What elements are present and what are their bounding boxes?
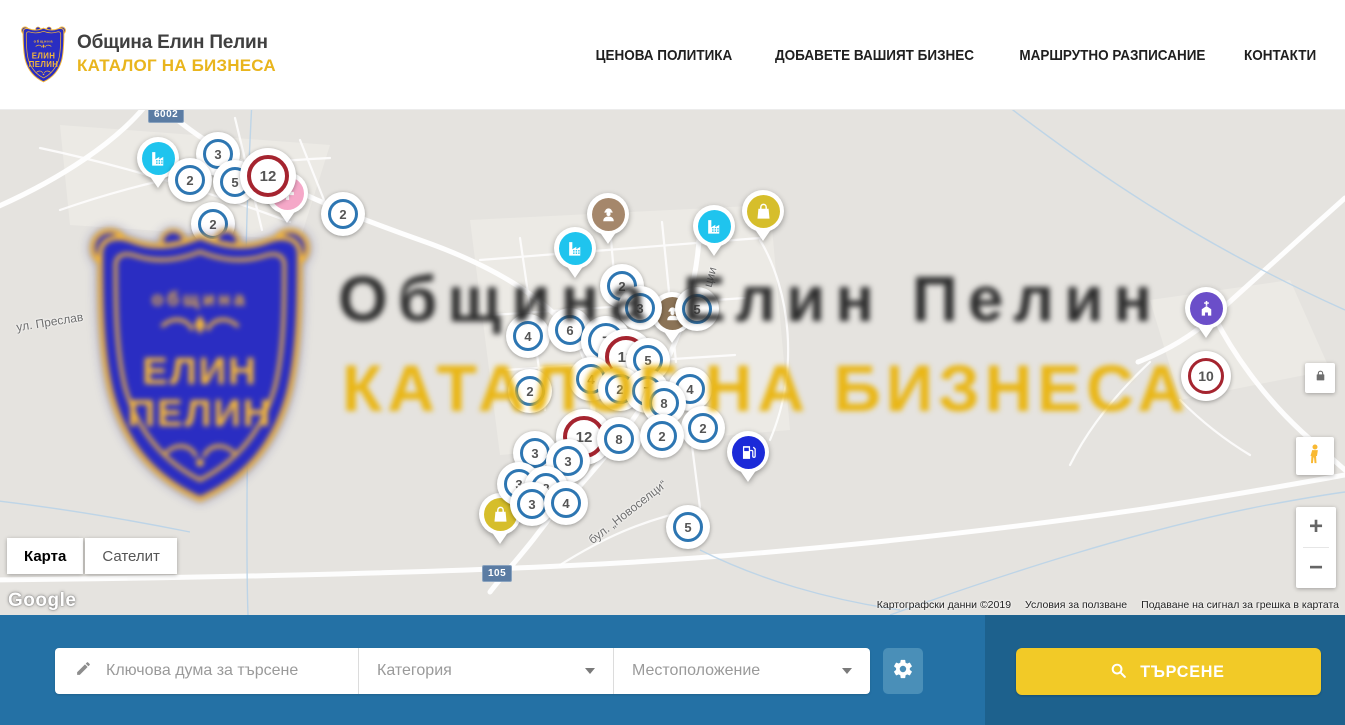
map-pin-fuel-icon[interactable] xyxy=(727,431,769,491)
map-pin-church-icon[interactable] xyxy=(1185,287,1227,347)
lock-icon xyxy=(1314,369,1327,387)
map-pin-factory-icon[interactable] xyxy=(554,227,596,287)
map-cluster-marker[interactable]: 5 xyxy=(666,505,710,549)
chevron-down-icon xyxy=(842,668,852,674)
map-cluster-marker[interactable]: 12 xyxy=(240,148,296,204)
map-type-control: Карта Сателит xyxy=(7,538,177,574)
attribution-report-link[interactable]: Подаване на сигнал за грешка в картата xyxy=(1141,599,1339,611)
brand-text: Община Елин Пелин КАТАЛОГ НА БИЗНЕСА xyxy=(77,32,276,76)
municipality-crest-logo-icon: община ЕЛИН ПЕЛИН xyxy=(20,24,67,84)
attribution-data: Картографски данни ©2019 xyxy=(877,599,1011,611)
map-cluster-marker[interactable]: 2 xyxy=(681,406,725,450)
page: община ЕЛИН ПЕЛИН Община Елин Пелин КАТА… xyxy=(0,0,1345,725)
attribution-terms-link[interactable]: Условия за ползване xyxy=(1025,599,1127,611)
nav-item-route-schedule[interactable]: МАРШРУТНО РАЗПИСАНИЕ xyxy=(1019,47,1205,64)
nav-item-pricing[interactable]: ЦЕНОВА ПОЛИТИКА xyxy=(596,47,733,64)
road-number-badge: 6002 xyxy=(148,110,184,123)
map-cluster-marker[interactable]: 10 xyxy=(1181,351,1231,401)
site-title: Община Елин Пелин xyxy=(77,32,276,54)
map-cluster-marker[interactable]: 2 xyxy=(508,369,552,413)
zoom-out-button[interactable]: − xyxy=(1296,548,1336,588)
map-cluster-marker[interactable]: 2 xyxy=(191,202,235,246)
road-number-badge: 105 xyxy=(482,565,512,582)
zoom-control: + − xyxy=(1296,507,1336,588)
google-logo: Google xyxy=(8,590,76,612)
advanced-settings-button[interactable] xyxy=(883,648,923,694)
street-view-pegman-button[interactable] xyxy=(1296,437,1334,475)
map-type-map-button[interactable]: Карта xyxy=(7,538,83,574)
nav-item-add-business[interactable]: ДОБАВЕТЕ ВАШИЯТ БИЗНЕС xyxy=(775,47,974,64)
map-type-satellite-button[interactable]: Сателит xyxy=(85,538,177,574)
search-form: Категория Местоположение xyxy=(55,648,870,694)
nav-item-contacts[interactable]: КОНТАКТИ xyxy=(1244,47,1316,64)
search-button-label: ТЪРСЕНЕ xyxy=(1140,662,1224,682)
map-pin-bag-icon[interactable] xyxy=(742,190,784,250)
header: община ЕЛИН ПЕЛИН Община Елин Пелин КАТА… xyxy=(0,0,1345,110)
location-dropdown[interactable]: Местоположение xyxy=(613,648,870,694)
brand[interactable]: община ЕЛИН ПЕЛИН Община Елин Пелин КАТА… xyxy=(20,24,276,84)
svg-text:ПЕЛИН: ПЕЛИН xyxy=(29,60,59,69)
zoom-in-button[interactable]: + xyxy=(1296,507,1336,547)
search-bar: Категория Местоположение xyxy=(0,615,1345,725)
pencil-icon xyxy=(75,660,104,682)
svg-text:община: община xyxy=(34,38,54,43)
svg-text:ЕЛИН: ЕЛИН xyxy=(32,51,56,60)
chevron-down-icon xyxy=(585,668,595,674)
map-cluster-marker[interactable]: 5 xyxy=(675,287,719,331)
keyword-search-input[interactable] xyxy=(104,661,344,681)
map-cluster-marker[interactable]: 4 xyxy=(544,481,588,525)
category-dropdown-label: Категория xyxy=(377,662,585,680)
keyword-field[interactable] xyxy=(55,648,358,694)
map-attribution: Картографски данни ©2019 Условия за ползв… xyxy=(863,599,1339,611)
location-dropdown-label: Местоположение xyxy=(632,662,842,680)
map-cluster-marker[interactable]: 2 xyxy=(321,192,365,236)
map-pin-factory-icon[interactable] xyxy=(693,205,735,265)
map-cluster-marker[interactable]: 2 xyxy=(640,414,684,458)
lock-control-button[interactable] xyxy=(1305,363,1335,393)
map-canvas[interactable]: 6002 105 ул. Преслав бул. „Новоселци“ ци… xyxy=(0,110,1345,615)
pegman-icon xyxy=(1305,443,1325,470)
search-button[interactable]: ТЪРСЕНЕ xyxy=(1016,648,1321,695)
gear-icon xyxy=(892,658,914,685)
site-subtitle: КАТАЛОГ НА БИЗНЕСА xyxy=(77,56,276,76)
search-icon xyxy=(1110,662,1138,682)
search-button-panel: ТЪРСЕНЕ xyxy=(985,615,1345,725)
category-dropdown[interactable]: Категория xyxy=(358,648,613,694)
main-nav: ЦЕНОВА ПОЛИТИКА ДОБАВЕТЕ ВАШИЯТ БИЗНЕС М… xyxy=(564,0,1320,110)
map-cluster-marker[interactable]: 2 xyxy=(168,158,212,202)
map-cluster-marker[interactable]: 4 xyxy=(506,314,550,358)
map-cluster-marker[interactable]: 8 xyxy=(597,417,641,461)
